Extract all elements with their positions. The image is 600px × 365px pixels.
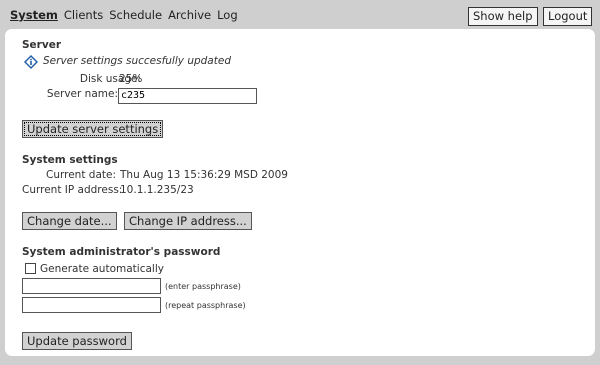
- generate-automatically-label: Generate automatically: [40, 263, 164, 275]
- server-heading: Server: [22, 39, 62, 51]
- server-notice: Server settings succesfully updated: [43, 55, 231, 67]
- generate-automatically-checkbox[interactable]: [25, 263, 36, 274]
- change-ip-address-button[interactable]: Change IP address...: [124, 212, 252, 230]
- logout-button[interactable]: Logout: [543, 7, 593, 26]
- settings-panel: Server Server settings succesfully updat…: [5, 29, 595, 356]
- nav-tab-system[interactable]: System: [10, 8, 58, 22]
- enter-passphrase-hint: (enter passphrase): [165, 282, 241, 291]
- top-bar: System Clients Schedule Archive Log Show…: [0, 0, 600, 30]
- admin-password-heading: System administrator's password: [22, 246, 221, 258]
- server-name-label: Server name:: [46, 88, 118, 100]
- nav-tab-archive[interactable]: Archive: [168, 8, 211, 22]
- system-settings-heading: System settings: [22, 154, 118, 166]
- current-ip-label: Current IP address:: [22, 184, 123, 196]
- repeat-passphrase-hint: (repeat passphrase): [165, 301, 246, 310]
- server-name-input[interactable]: c235: [118, 88, 257, 104]
- disk-usage-value: 25%: [119, 73, 143, 85]
- update-server-settings-button[interactable]: Update server settings: [22, 120, 164, 138]
- current-ip-value: 10.1.1.235/23: [120, 184, 194, 196]
- update-password-button[interactable]: Update password: [22, 332, 132, 350]
- show-help-button[interactable]: Show help: [468, 7, 538, 26]
- nav-tab-clients[interactable]: Clients: [64, 8, 103, 22]
- nav-tab-schedule[interactable]: Schedule: [109, 8, 162, 22]
- main-nav: System Clients Schedule Archive Log: [10, 8, 244, 22]
- repeat-passphrase-input[interactable]: [22, 297, 161, 313]
- change-date-button[interactable]: Change date...: [22, 212, 117, 230]
- nav-tab-log[interactable]: Log: [217, 8, 238, 22]
- current-date-label: Current date:: [46, 169, 116, 181]
- current-date-value: Thu Aug 13 15:36:29 MSD 2009: [120, 169, 288, 181]
- info-icon: [24, 55, 38, 69]
- enter-passphrase-input[interactable]: [22, 278, 161, 294]
